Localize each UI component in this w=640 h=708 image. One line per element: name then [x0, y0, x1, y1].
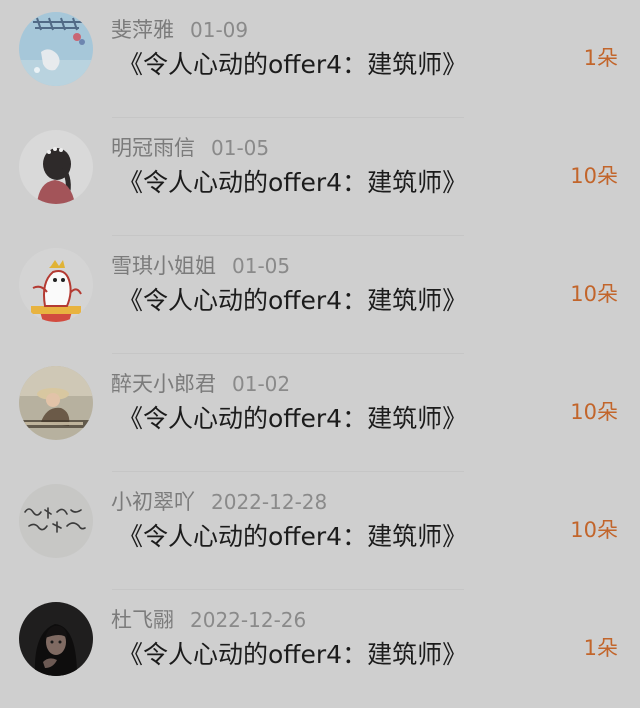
list-item[interactable]: 明冠雨信 01-05 《令人心动的offer4：建筑师》 10朵	[0, 118, 640, 236]
list-item[interactable]: 小初翠吖 2022-12-28 《令人心动的offer4：建筑师》 10朵	[0, 472, 640, 590]
username[interactable]: 醉天小郎君	[111, 372, 216, 396]
program-title[interactable]: 《令人心动的offer4：建筑师》	[118, 401, 467, 437]
avatar-photo-hat-icon[interactable]	[19, 366, 93, 440]
gift-count: 1朵	[583, 46, 618, 70]
username[interactable]: 斐萍雅	[111, 18, 174, 42]
entry-date: 01-02	[232, 372, 291, 396]
avatar-cartoon-queen-icon[interactable]	[19, 248, 93, 322]
entry-date: 01-05	[211, 136, 270, 160]
entry-meta: 小初翠吖 2022-12-28	[111, 487, 327, 517]
gift-count: 10朵	[570, 400, 618, 424]
avatar-sky-decor-icon[interactable]	[19, 12, 93, 86]
username[interactable]: 杜飞翮	[111, 608, 174, 632]
avatar-dark-portrait-icon[interactable]	[19, 602, 93, 676]
avatar-handwriting-icon[interactable]	[19, 484, 93, 558]
avatar-girl-braid-icon[interactable]	[19, 130, 93, 204]
entry-meta: 醉天小郎君 01-02	[111, 369, 290, 399]
program-title[interactable]: 《令人心动的offer4：建筑师》	[118, 47, 467, 83]
gift-count: 10朵	[570, 164, 618, 188]
entry-date: 01-09	[190, 18, 249, 42]
gift-count: 10朵	[570, 518, 618, 542]
username[interactable]: 明冠雨信	[111, 136, 195, 160]
entry-date: 2022-12-28	[211, 490, 328, 514]
program-title[interactable]: 《令人心动的offer4：建筑师》	[118, 637, 467, 673]
list-item[interactable]: 雪琪小姐姐 01-05 《令人心动的offer4：建筑师》 10朵	[0, 236, 640, 354]
username[interactable]: 雪琪小姐姐	[111, 254, 216, 278]
username[interactable]: 小初翠吖	[111, 490, 195, 514]
gift-count: 1朵	[583, 636, 618, 660]
entry-date: 01-05	[232, 254, 291, 278]
entry-meta: 斐萍雅 01-09	[111, 15, 248, 45]
program-title[interactable]: 《令人心动的offer4：建筑师》	[118, 519, 467, 555]
list-item[interactable]: 醉天小郎君 01-02 《令人心动的offer4：建筑师》 10朵	[0, 354, 640, 472]
entry-meta: 杜飞翮 2022-12-26	[111, 605, 306, 635]
entry-date: 2022-12-26	[190, 608, 307, 632]
entry-meta: 雪琪小姐姐 01-05	[111, 251, 290, 281]
gift-count: 10朵	[570, 282, 618, 306]
entry-meta: 明冠雨信 01-05	[111, 133, 269, 163]
list-item[interactable]: 斐萍雅 01-09 《令人心动的offer4：建筑师》 1朵	[0, 0, 640, 118]
program-title[interactable]: 《令人心动的offer4：建筑师》	[118, 283, 467, 319]
program-title[interactable]: 《令人心动的offer4：建筑师》	[118, 165, 467, 201]
list-item[interactable]: 杜飞翮 2022-12-26 《令人心动的offer4：建筑师》 1朵	[0, 590, 640, 708]
gift-record-list: 斐萍雅 01-09 《令人心动的offer4：建筑师》 1朵 明冠雨信 01-05 …	[0, 0, 640, 703]
